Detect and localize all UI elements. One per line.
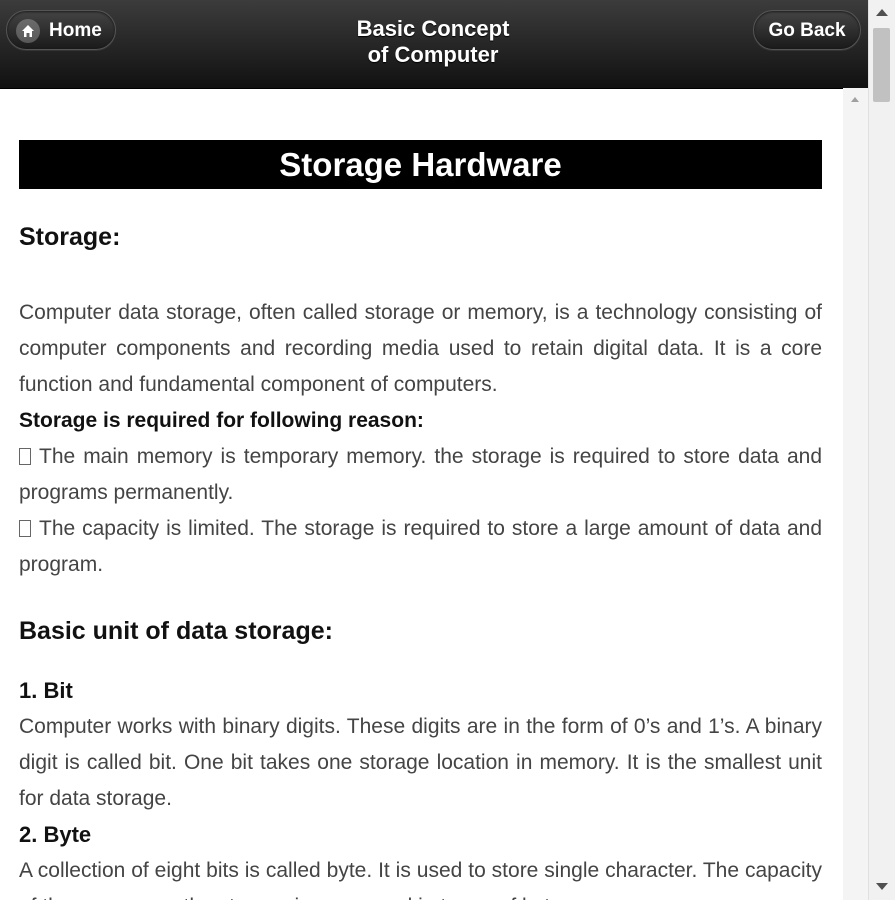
app-window: Home Basic Concept of Computer Go Back S… [0, 0, 895, 900]
page-title: Storage Hardware [19, 140, 822, 189]
up-arrow-icon[interactable] [851, 97, 859, 102]
window-scrollbar[interactable] [868, 0, 895, 900]
reason-heading: Storage is required for following reason… [19, 409, 424, 432]
bullet-box-icon [19, 448, 31, 465]
main-content: Storage Hardware Storage: Computer data … [19, 140, 822, 900]
basic-unit-heading: Basic unit of data storage: [19, 617, 333, 645]
home-button[interactable]: Home [6, 10, 116, 50]
home-button-label: Home [49, 20, 102, 41]
go-back-button[interactable]: Go Back [753, 10, 861, 50]
go-back-button-label: Go Back [768, 20, 846, 41]
app-title: Basic Concept of Computer [300, 16, 566, 68]
unit-title-bit: 1. Bit [19, 678, 73, 703]
app-title-line1: Basic Concept [356, 16, 510, 41]
down-arrow-icon[interactable] [876, 883, 888, 890]
reason-text: The main memory is temporary memory. the… [19, 445, 822, 504]
bullet-box-icon [19, 520, 31, 537]
app-title-line2: of Computer [367, 42, 499, 67]
scrollbar-thumb[interactable] [873, 28, 890, 102]
unit-title-byte: 2. Byte [19, 822, 92, 847]
home-icon [16, 19, 40, 43]
unit-text-bit: Computer works with binary digits. These… [19, 715, 822, 810]
reason-text: The capacity is limited. The storage is … [19, 517, 822, 576]
up-arrow-icon[interactable] [876, 9, 888, 16]
reason-item: The capacity is limited. The storage is … [19, 511, 822, 583]
unit-text-byte: A collection of eight bits is called byt… [19, 859, 822, 900]
content-scrollbar[interactable] [843, 88, 868, 900]
storage-heading: Storage: [19, 223, 121, 251]
reason-item: The main memory is temporary memory. the… [19, 439, 822, 511]
storage-paragraph: Computer data storage, often called stor… [19, 301, 822, 396]
header-bar: Home Basic Concept of Computer Go Back [0, 0, 868, 89]
